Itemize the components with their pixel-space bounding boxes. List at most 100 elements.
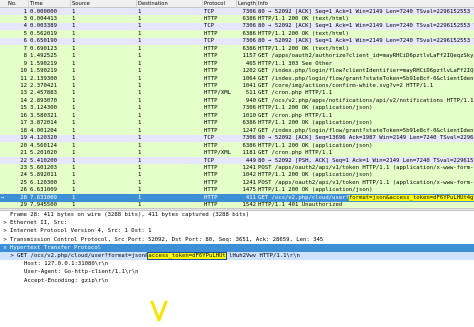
packet-cell-dst: 1: [138, 68, 142, 75]
packet-list[interactable]: 1 0.000000 1 1 TCP 7306 80 → 52092 [ACK] Seq=1…: [0, 8, 474, 208]
packet-cell-src: 1: [72, 53, 76, 60]
packet-cell-info: GET /index.php/login/flow/grant?stateTok…: [258, 127, 474, 134]
packet-cell-dst: 1: [138, 194, 142, 201]
column-header-length[interactable]: Length: [238, 1, 256, 7]
packet-cell-time: 0.690123: [30, 45, 57, 52]
detail-text: Internet Protocol Version 4, Src: 1 Dst:…: [10, 228, 152, 235]
detail-row[interactable]: > Internet Protocol Version 4, Src: 1 Dst…: [0, 227, 474, 235]
packet-cell-info: GET /core/img/actions/confirm-white.svg?…: [258, 83, 434, 89]
packet-cell-time: 5.892011: [30, 172, 57, 179]
packet-cell-info: GET /index.php/login/flow?clientIdentifi…: [258, 68, 474, 75]
packet-cell-dst: 1: [138, 172, 142, 179]
packet-cell-no: 13: [20, 90, 27, 97]
column-header-destination[interactable]: Destination: [138, 1, 168, 7]
packet-cell-dst: 1: [138, 8, 142, 15]
column-separator[interactable]: [202, 0, 203, 8]
packet-cell-no: 14: [20, 97, 27, 104]
packet-cell-src: 1: [72, 30, 76, 37]
packet-cell-no: 17: [20, 120, 27, 127]
detail-row[interactable]: > Transmission Control Protocol, Src Port…: [0, 236, 474, 244]
collapsed-chevron-icon[interactable]: >: [2, 219, 8, 227]
packet-cell-dst: 1: [138, 187, 142, 194]
packet-cell-dst: 1: [138, 105, 142, 112]
column-header-source[interactable]: Source: [72, 1, 90, 7]
packet-cell-len: 1064: [242, 75, 256, 82]
packet-cell-src: 1: [72, 172, 76, 179]
packet-cell-src: 1: [72, 15, 76, 22]
detail-row[interactable]: > Ethernet II, Src:: [0, 219, 474, 227]
packet-cell-proto: HTTP/XML: [204, 150, 231, 157]
detail-text: Host: 127.0.0.1:31080\r\n: [24, 261, 109, 268]
packet-cell-proto: HTTP: [204, 142, 218, 149]
packet-cell-dst: 1: [138, 179, 142, 186]
highlighted-access-token: access_token=dF6YPuLHUt: [147, 252, 227, 260]
request-arrow-icon: →: [1, 194, 5, 201]
packet-cell-src: 1: [72, 8, 76, 15]
detail-row[interactable]: User-Agent: Go-http-client/1.1\r\n: [0, 268, 474, 276]
packet-cell-len: 1042: [242, 172, 256, 179]
column-separator[interactable]: [28, 0, 29, 8]
column-header-info[interactable]: Info: [258, 1, 268, 7]
packet-cell-proto: TCP: [204, 23, 215, 30]
packet-cell-info: POST /apps/oauth2/api/v1/token HTTP/1.1 …: [258, 164, 474, 171]
column-separator[interactable]: [256, 0, 257, 8]
collapsed-chevron-icon[interactable]: >: [2, 227, 8, 235]
packet-cell-time: 3.580321: [30, 112, 57, 119]
packet-cell-info: 80 → 52092 [ACK] Seq=1 Ack=1 Win=2149 Le…: [258, 23, 474, 30]
packet-cell-proto: HTTP: [204, 97, 218, 104]
collapsed-chevron-icon[interactable]: >: [2, 236, 8, 244]
detail-row[interactable]: Frame 28: 411 bytes on wire (3288 bits),…: [0, 211, 474, 219]
detail-row[interactable]: Host: 127.0.0.1:31080\r\n: [0, 260, 474, 268]
packet-cell-info: 80 → 52092 [ACK] Seq=13696 Ack=1987 Win=…: [258, 135, 474, 142]
column-separator[interactable]: [70, 0, 71, 8]
column-header-time[interactable]: Time: [30, 1, 43, 7]
detail-row[interactable]: > GET /ocs/v2.php/cloud/user?format=json&…: [0, 252, 474, 260]
detail-row[interactable]: v Hypertext Transfer Protocol: [0, 243, 474, 252]
expanded-chevron-icon[interactable]: v: [2, 244, 8, 252]
detail-row[interactable]: Accept-Encoding: gzip\r\n: [0, 277, 474, 285]
packet-cell-time: 2.139300: [30, 75, 57, 82]
packet-cell-dst: 1: [138, 127, 142, 134]
column-separator[interactable]: [136, 0, 137, 8]
packet-cell-no: 9: [23, 60, 27, 67]
packet-cell-info: POST /apps/oauth2/api/v1/token HTTP/1.1 …: [258, 179, 474, 186]
packet-cell-dst: 1: [138, 83, 142, 89]
packet-cell-src: 1: [72, 23, 76, 30]
packet-cell-len: 1247: [242, 127, 256, 134]
packet-cell-time: 4.120320: [30, 135, 57, 142]
packet-cell-time: 4.001204: [30, 127, 57, 134]
detail-text: Accept-Encoding: gzip\r\n: [24, 277, 109, 284]
packet-cell-dst: 1: [138, 45, 142, 52]
packet-cell-dst: 1: [138, 15, 142, 22]
packet-details-pane[interactable]: Frame 28: 411 bytes on wire (3288 bits),…: [0, 211, 474, 327]
packet-cell-proto: HTTP: [204, 75, 218, 82]
packet-cell-len: 6386: [242, 142, 256, 149]
packet-cell-time: 6.631009: [30, 187, 57, 194]
packet-cell-len: 1241: [242, 179, 256, 186]
packet-cell-dst: 1: [138, 157, 142, 164]
packet-cell-src: 1: [72, 127, 76, 134]
detail-text: GET /ocs/v2.php/cloud/user?format=json&a…: [17, 252, 300, 260]
packet-cell-src: 1: [72, 135, 76, 142]
packet-cell-no: 18: [20, 127, 27, 134]
detail-text: Frame 28: 411 bytes on wire (3288 bits),…: [10, 212, 250, 218]
column-header-protocol[interactable]: Protocol: [204, 1, 225, 7]
column-header-no[interactable]: No.: [8, 1, 17, 7]
packet-cell-src: 1: [72, 68, 76, 75]
packet-cell-info: GET /cron.php HTTP/1.1: [258, 90, 333, 97]
column-separator[interactable]: [236, 0, 237, 8]
packet-cell-proto: HTTP: [204, 164, 218, 171]
packet-cell-time: 4.560124: [30, 142, 57, 149]
packet-cell-src: 1: [72, 112, 76, 119]
packet-cell-dst: 1: [138, 150, 142, 157]
packet-cell-src: 1: [72, 97, 76, 104]
packet-cell-dst: 1: [138, 142, 142, 149]
packet-cell-len: 6386: [242, 15, 256, 22]
collapsed-chevron-icon[interactable]: >: [9, 252, 15, 260]
packet-cell-dst: 1: [138, 90, 142, 97]
packet-cell-dst: 1: [138, 97, 142, 104]
packet-cell-proto: HTTP: [204, 172, 218, 179]
packet-cell-info: GET /cron.php HTTP/1.1: [258, 112, 333, 119]
packet-cell-len: 1202: [242, 68, 256, 75]
packet-cell-no: 21: [20, 150, 27, 157]
